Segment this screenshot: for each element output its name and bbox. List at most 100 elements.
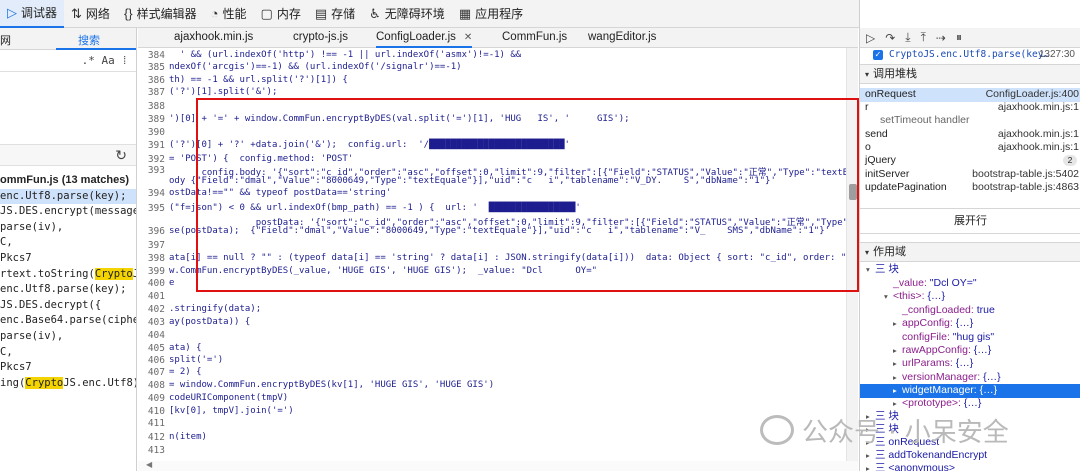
expand-toggle-icon[interactable]: ▸ — [893, 317, 902, 331]
expand-toggle-icon[interactable]: ▸ — [893, 344, 902, 358]
expand-rows-button[interactable]: 展开行 — [860, 208, 1080, 234]
file-tab[interactable]: crypto-js.js — [293, 28, 348, 48]
step-in-icon[interactable]: ⤓ — [905, 30, 910, 45]
search-result-item[interactable]: ing(CryptoJS.enc.Utf8); — [0, 376, 136, 392]
call-stack-frame[interactable]: o ajaxhook.min.js:1 — [860, 141, 1080, 155]
expand-toggle-icon[interactable]: ▸ — [893, 357, 902, 371]
file-tab[interactable]: ajaxhook.min.js — [174, 28, 253, 48]
scope-entry[interactable]: ▸ appConfig: {…} — [860, 317, 1080, 331]
search-result-item[interactable]: C, — [0, 235, 136, 251]
scope-entry[interactable]: _configLoaded: true — [860, 304, 1080, 318]
line-number: 392 — [147, 154, 165, 165]
deactivate-breakpoints-icon[interactable]: ⇢ — [936, 31, 946, 45]
search-result-item[interactable]: Pkcs7 — [0, 360, 136, 376]
expand-toggle-icon[interactable]: ▸ — [866, 462, 875, 471]
expand-toggle-icon[interactable]: ▾ — [866, 263, 875, 277]
close-tab-icon[interactable]: ✕ — [464, 32, 472, 43]
code-line: ata) { — [169, 343, 202, 353]
line-number: 398 — [147, 253, 165, 264]
tab-accessibility[interactable]: ♿ 无障碍环境 — [362, 0, 452, 28]
scope-entry[interactable]: configFile: "hug gis" — [860, 331, 1080, 345]
call-stack-header[interactable]: ▾ 调用堆栈 — [860, 64, 1080, 84]
file-tab[interactable]: wangEditor.js — [588, 28, 656, 48]
call-stack-frame[interactable]: updatePagination bootstrap-table.js:4863 — [860, 181, 1080, 195]
scrollbar-thumb[interactable] — [849, 184, 857, 200]
expand-toggle-icon[interactable]: ▸ — [893, 371, 902, 385]
expand-toggle-icon[interactable]: ▸ — [893, 384, 902, 398]
frame-name: o — [865, 141, 871, 153]
search-result-item[interactable]: enc.Utf8.parse(key); — [0, 282, 136, 298]
code-editor[interactable]: 384 385 386 387 388 389 390 391 392 393 394 395 396 3… — [138, 48, 858, 471]
call-stack-frame[interactable]: r ajaxhook.min.js:1 — [860, 101, 1080, 115]
tab-application[interactable]: ▦ 应用程序 — [452, 0, 530, 28]
tab-search[interactable]: 搜索 — [78, 32, 100, 48]
frame-count-badge: 2 — [1063, 155, 1077, 166]
call-stack-frame[interactable]: onRequest ConfigLoader.js:400 — [860, 88, 1080, 102]
call-stack-frame[interactable]: send ajaxhook.min.js:1 — [860, 128, 1080, 142]
results-file-header[interactable]: ommFun.js (13 matches) — [0, 173, 136, 189]
scope-entry[interactable]: ▾ <this>: {…} — [860, 290, 1080, 304]
code-line: ('?')[1].split('&'); — [169, 87, 278, 97]
breakpoint-row[interactable]: ✓ CryptoJS.enc.Utf8.parse(key… 1327:30 — [860, 48, 1080, 64]
call-stack-frame[interactable]: initServer bootstrap-table.js:5402 — [860, 168, 1080, 182]
code-line: .stringify(data); — [169, 304, 262, 314]
tab-storage[interactable]: ▤ 存储 — [308, 0, 362, 28]
search-input[interactable]: .* Aa ⁞ — [0, 50, 136, 72]
scope-entry[interactable]: ▾ 三 块 — [860, 263, 1080, 277]
line-number: 393 — [147, 165, 165, 176]
result-text: parse(iv), — [0, 329, 64, 342]
frame-location: ajaxhook.min.js:1 — [997, 141, 1079, 153]
call-stack-frame[interactable]: jQuery 2 — [860, 154, 1080, 168]
scope-entry[interactable]: _value: "Dcl OY=" — [860, 277, 1080, 291]
search-result-item[interactable]: C, — [0, 345, 136, 361]
scope-entry[interactable]: ▸ urlParams: {…} — [860, 357, 1080, 371]
file-tab-label: ajaxhook.min.js — [174, 31, 254, 43]
search-result-item[interactable]: parse(iv), — [0, 220, 136, 236]
scope-entry[interactable]: ▸ <prototype>: {…} — [860, 397, 1080, 411]
refresh-icon[interactable]: ↻ — [115, 147, 127, 164]
tab-performance[interactable]: ◔ 性能 — [204, 0, 254, 28]
tab-label: 无障碍环境 — [384, 7, 445, 21]
file-tab[interactable]: CommFun.js — [502, 28, 567, 48]
frame-location: bootstrap-table.js:4863 — [972, 181, 1079, 193]
search-options[interactable]: .* Aa ⁞ — [82, 54, 128, 68]
expand-toggle-icon[interactable]: ▾ — [884, 290, 893, 304]
resume-icon[interactable]: ▷ — [866, 31, 875, 45]
search-result-item[interactable]: parse(iv), — [0, 329, 136, 345]
scope-entry[interactable]: ▸ 三 <anonymous> — [860, 462, 1080, 471]
scope-entry[interactable]: ▸ widgetManager: {…} — [860, 384, 1080, 398]
search-result-item[interactable]: JS.DES.decrypt({ — [0, 298, 136, 314]
search-result-item[interactable]: rtext.toString(CryptoJS… — [0, 267, 136, 283]
scope-entry[interactable]: ▸ 三 addTokenandEncrypt — [860, 449, 1080, 463]
tab-files[interactable]: 网 — [0, 28, 60, 49]
search-result-item[interactable]: enc.Utf8.parse(key); — [0, 188, 136, 205]
horizontal-scrollbar[interactable]: ◀ — [138, 460, 858, 471]
pause-exceptions-icon[interactable]: ⏸ — [956, 30, 962, 45]
code-line: ')[0] + '=' + window.CommFun.encryptByDE… — [169, 114, 630, 124]
step-out-icon[interactable]: ⤒ — [921, 30, 926, 45]
expand-toggle-icon[interactable]: ▸ — [893, 397, 902, 411]
scopes-header[interactable]: ▾ 作用域 — [860, 242, 1080, 262]
code-line: ostData!=="" && typeof postData=='string… — [169, 188, 392, 198]
breakpoint-checkbox[interactable]: ✓ — [873, 50, 883, 60]
scroll-left-icon[interactable]: ◀ — [146, 460, 152, 469]
scope-value: true — [976, 304, 995, 316]
scope-entry[interactable]: ▸ versionManager: {…} — [860, 371, 1080, 385]
tab-memory[interactable]: ▢ 内存 — [254, 0, 308, 28]
tab-network[interactable]: ⇅ 网络 — [64, 0, 117, 28]
search-result-item[interactable]: enc.Base64.parse(cipherte… — [0, 313, 136, 329]
search-result-item[interactable]: Pkcs7 — [0, 251, 136, 267]
tab-label: 应用程序 — [475, 7, 524, 21]
expand-toggle-icon[interactable]: ▸ — [866, 449, 875, 463]
search-result-item[interactable]: JS.DES.encrypt(message, … — [0, 204, 136, 220]
vertical-scrollbar[interactable] — [846, 48, 858, 471]
file-tab[interactable]: ConfigLoader.js ✕ — [376, 28, 473, 48]
scope-value: {…} — [983, 371, 1001, 383]
call-stack-frame[interactable]: setTimeout handler — [860, 114, 1080, 128]
tab-debug[interactable]: ▷ 调试器 — [0, 0, 65, 28]
code-line: w.CommFun.encryptByDES(_value, 'HUGE GIS… — [169, 266, 598, 276]
sources-left-panel: 网 搜索 .* Aa ⁞ ↻ ommFun.js (13 matches) en… — [0, 28, 137, 471]
scope-entry[interactable]: ▸ rawAppConfig: {…} — [860, 344, 1080, 358]
tab-style-editor[interactable]: {} 样式编辑器 — [117, 0, 204, 28]
step-over-icon[interactable]: ↷ — [885, 31, 895, 45]
